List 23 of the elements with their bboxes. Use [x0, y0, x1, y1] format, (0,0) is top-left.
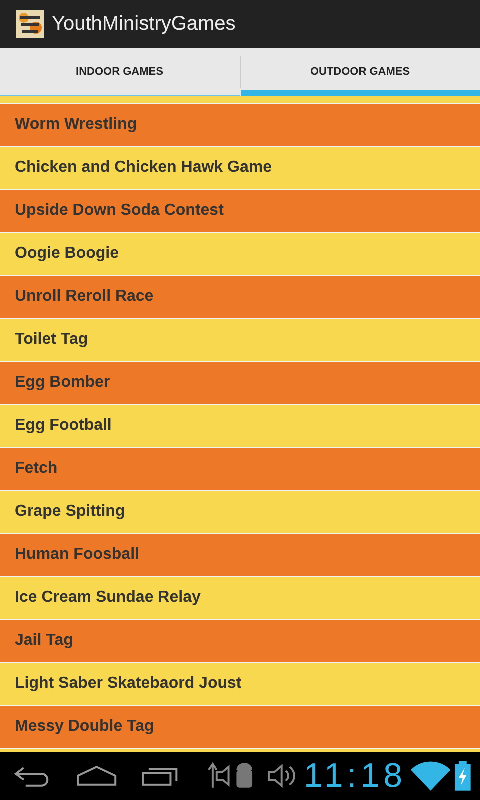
game-list-item[interactable]: Worm Wrestling [0, 104, 480, 146]
game-list-item[interactable]: Grape Spitting [0, 491, 480, 533]
game-list-item[interactable]: Upside Down Soda Contest [0, 190, 480, 232]
game-list-item[interactable]: Unroll Reroll Race [0, 276, 480, 318]
game-list-item[interactable]: Human Foosball [0, 534, 480, 576]
game-list-item[interactable]: Egg Football [0, 405, 480, 447]
game-list-item[interactable]: Chicken and Chicken Hawk Game [0, 147, 480, 189]
wifi-icon [410, 761, 450, 791]
game-list-item[interactable]: Messy Double Tag [0, 706, 480, 748]
app-title: YouthMinistryGames [52, 12, 236, 37]
tab[interactable]: INDOOR GAMES [0, 48, 240, 96]
game-list-item[interactable]: Light Saber Skatebaord Joust [0, 663, 480, 705]
game-list-item[interactable]: Fetch [0, 448, 480, 490]
game-list-item[interactable]: Toilet Tag [0, 319, 480, 361]
battery-charging-icon [454, 761, 472, 791]
home-icon[interactable] [76, 765, 118, 787]
game-list-item[interactable]: Oogie Boogie [0, 233, 480, 275]
clock-time: 11:18 [304, 759, 407, 793]
app-logo [16, 10, 44, 38]
game-list-item[interactable]: Egg Bomber [0, 362, 480, 404]
game-list-item[interactable]: Jail Tag [0, 620, 480, 662]
tab[interactable]: OUTDOOR GAMES [240, 48, 480, 96]
game-list-item[interactable]: Ice Cream Sundae Relay [0, 577, 480, 619]
